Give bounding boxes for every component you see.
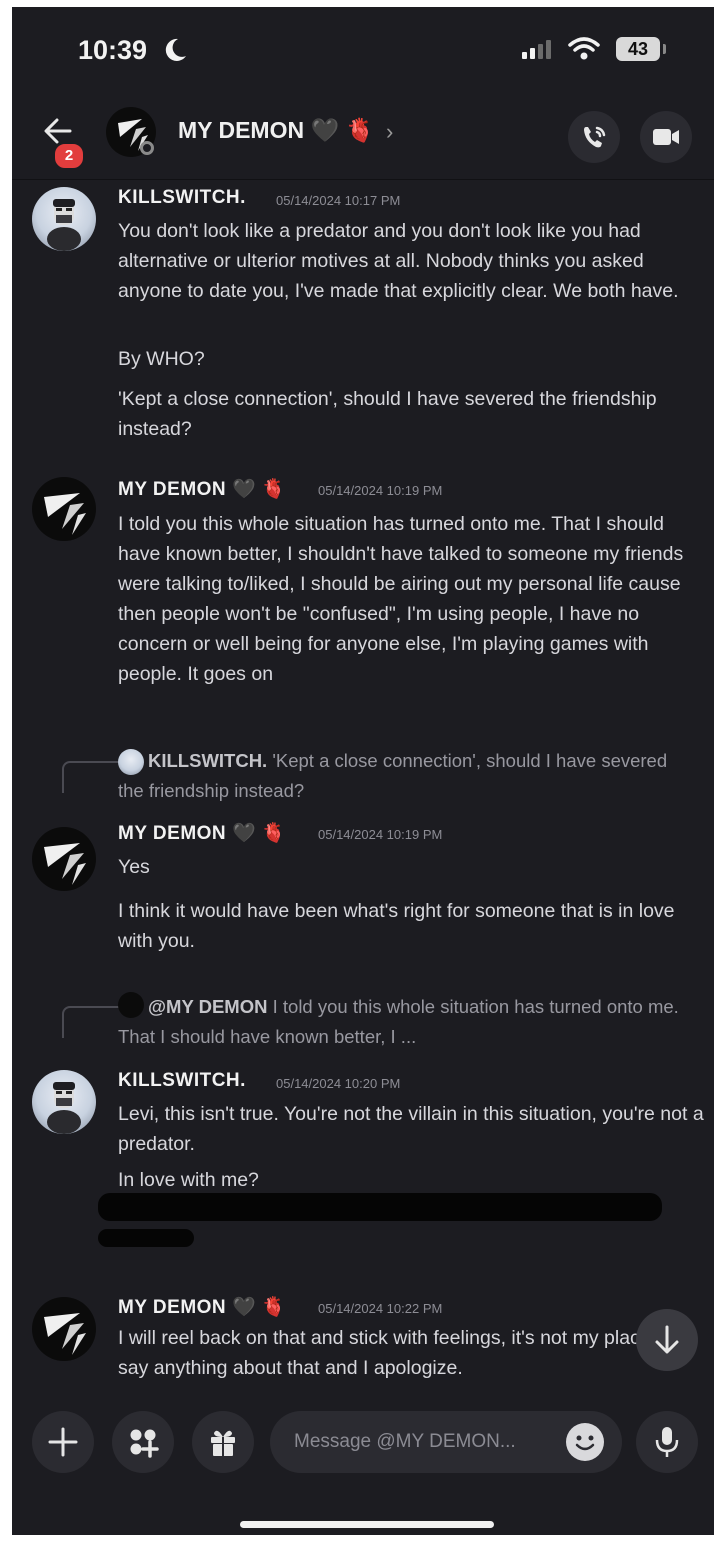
chat-header: 2 MY DEMON 🖤 🫀 › (12, 99, 714, 179)
message-timestamp: 05/14/2024 10:19 PM (318, 827, 443, 842)
message-timestamp: 05/14/2024 10:20 PM (276, 1076, 401, 1091)
message-author[interactable]: MY DEMON 🖤 🫀 (118, 477, 286, 501)
claw-icon (44, 843, 86, 885)
video-call-button[interactable] (640, 111, 692, 163)
masked-figure-icon (47, 1082, 81, 1134)
reply-connector (62, 1006, 120, 1038)
reply-preview[interactable]: KILLSWITCH. 'Kept a close connection', s… (118, 746, 688, 806)
message-text: Yes (118, 856, 150, 878)
status-time: 10:39 (78, 35, 148, 65)
apps-icon (130, 1429, 159, 1458)
emoji-button[interactable] (566, 1423, 604, 1461)
battery-indicator: 43 (616, 37, 660, 61)
message-placeholder: Message @MY DEMON... (294, 1431, 516, 1452)
redaction-mark (98, 1229, 194, 1247)
author-emoji: 🖤 🫀 (231, 823, 287, 844)
message-text: 'Kept a close connection', should I have… (118, 388, 657, 440)
moon-icon (165, 38, 186, 61)
author-emoji: 🖤 🫀 (231, 1297, 287, 1318)
reply-preview[interactable]: @MY DEMON I told you this whole situatio… (118, 992, 688, 1052)
message-timestamp: 05/14/2024 10:17 PM (276, 193, 401, 208)
smiley-icon (575, 1435, 595, 1451)
message-text: I will reel back on that and stick with … (118, 1327, 673, 1379)
scroll-to-bottom-button[interactable] (636, 1309, 698, 1371)
microphone-icon (655, 1427, 679, 1457)
message-timestamp: 05/14/2024 10:22 PM (318, 1301, 443, 1316)
avatar[interactable] (32, 477, 96, 541)
arrow-down-icon (655, 1325, 679, 1354)
header-divider (12, 179, 714, 180)
phone-call-icon (584, 126, 606, 148)
message-timestamp: 05/14/2024 10:19 PM (318, 483, 443, 498)
title-emoji: 🖤 🫀 (310, 117, 375, 143)
masked-figure-icon (47, 199, 81, 251)
message-text: By WHO? (118, 348, 205, 370)
phone-screen: 10:39 43 2 MY DEMON 🖤 🫀 › KILLSWITCH. 05… (12, 7, 714, 1535)
message-author[interactable]: KILLSWITCH. (118, 1070, 246, 1092)
notification-badge: 2 (53, 142, 85, 170)
author-emoji: 🖤 🫀 (231, 479, 287, 500)
reply-author: @MY DEMON (148, 996, 268, 1017)
message-composer: Message @MY DEMON... (12, 1393, 714, 1535)
chevron-right-icon[interactable]: › (386, 119, 393, 145)
home-indicator[interactable] (240, 1521, 494, 1528)
status-indicator (140, 141, 154, 155)
reply-connector (62, 761, 120, 793)
avatar[interactable] (32, 187, 96, 251)
message-text: You don't look like a predator and you d… (118, 220, 679, 302)
call-button[interactable] (568, 111, 620, 163)
reply-author: KILLSWITCH. (148, 750, 268, 771)
message-text: I told you this whole situation has turn… (118, 513, 684, 685)
add-button[interactable] (32, 1411, 94, 1473)
message-author[interactable]: MY DEMON 🖤 🫀 (118, 1295, 286, 1319)
avatar[interactable] (32, 1070, 96, 1134)
signal-wifi-icons (522, 37, 600, 60)
claw-icon (44, 1313, 86, 1355)
gift-icon (211, 1430, 235, 1456)
plus-icon (48, 1427, 78, 1457)
voice-button[interactable] (636, 1411, 698, 1473)
message-text: I think it would have been what's right … (118, 900, 675, 952)
message-author[interactable]: MY DEMON 🖤 🫀 (118, 821, 286, 845)
apps-button[interactable] (112, 1411, 174, 1473)
avatar[interactable] (32, 827, 96, 891)
claw-icon (44, 493, 86, 535)
message-text: Levi, this isn't true. You're not the vi… (118, 1103, 704, 1155)
avatar[interactable] (32, 1297, 96, 1361)
message-author[interactable]: KILLSWITCH. (118, 187, 246, 209)
message-text: In love with me? (118, 1169, 259, 1191)
gift-button[interactable] (192, 1411, 254, 1473)
battery-tip (663, 44, 666, 54)
message-input[interactable]: Message @MY DEMON... (270, 1411, 622, 1473)
redaction-mark (98, 1193, 662, 1221)
chat-title[interactable]: MY DEMON 🖤 🫀 (178, 117, 374, 144)
video-camera-icon (653, 129, 679, 145)
